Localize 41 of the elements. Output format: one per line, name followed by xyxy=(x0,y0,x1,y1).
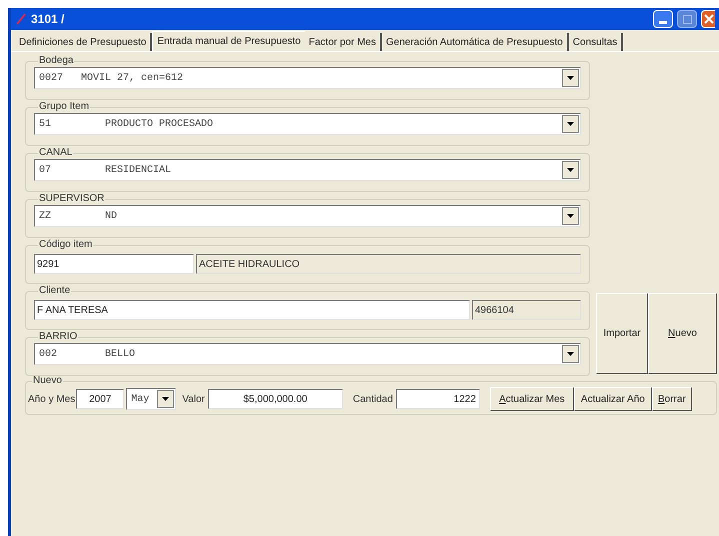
group-label: Bodega xyxy=(38,55,74,67)
field-label: Cantidad xyxy=(352,392,393,406)
input-field[interactable]: 9291 xyxy=(34,254,194,274)
quantity-field[interactable]: 1222 xyxy=(396,389,480,409)
year-field[interactable]: 2007 xyxy=(76,389,124,409)
tab[interactable]: Entrada manual de Presupuesto xyxy=(152,31,305,51)
group-label: CANAL xyxy=(38,147,74,159)
dropdown[interactable]: May xyxy=(126,388,176,410)
button[interactable]: Borrar xyxy=(652,387,692,411)
maximize-icon xyxy=(682,14,692,24)
readonly-field[interactable]: ACEITE HIDRAULICO xyxy=(196,254,581,274)
button[interactable]: Actualizar Mes xyxy=(490,387,574,411)
close-button[interactable] xyxy=(701,10,715,28)
dropdown[interactable]: ZZ ND xyxy=(34,205,581,227)
close-icon xyxy=(704,14,714,24)
button[interactable]: Importar xyxy=(596,293,648,374)
pen-icon xyxy=(15,13,27,25)
field-label: Valor xyxy=(182,392,205,406)
minimize-button[interactable] xyxy=(653,10,673,28)
group-label: Cliente xyxy=(38,285,72,297)
button[interactable]: Nuevo xyxy=(648,293,717,374)
group-label: Código item xyxy=(38,239,94,251)
dropdown[interactable]: 07 RESIDENCIAL xyxy=(34,159,581,181)
group-label: Nuevo xyxy=(32,375,63,387)
dropdown[interactable]: 51 PRODUCTO PROCESADO xyxy=(34,113,581,135)
dropdown[interactable]: 002 BELLO xyxy=(34,343,581,365)
maximize-button[interactable] xyxy=(677,10,697,28)
minimize-icon xyxy=(659,21,667,24)
tab[interactable]: Factor por Mes xyxy=(304,33,382,51)
group-label: Grupo Item xyxy=(38,101,90,113)
window-title: 3101 / xyxy=(31,11,64,28)
amount-field[interactable]: $5,000,000.00 xyxy=(208,389,343,409)
field-label: Año y Mes xyxy=(28,392,76,406)
group-label: BARRIO xyxy=(38,331,78,343)
dropdown[interactable]: 0027 MOVIL 27, cen=612 xyxy=(34,67,581,89)
group-label: SUPERVISOR xyxy=(38,193,106,205)
readonly-field[interactable]: 4966104 xyxy=(472,300,581,320)
tab[interactable]: Generación Automática de Presupuesto xyxy=(382,33,569,51)
tab[interactable]: Consultas xyxy=(568,33,624,51)
button[interactable]: Actualizar Año xyxy=(574,387,652,411)
input-field[interactable]: F ANA TERESA xyxy=(34,300,470,320)
